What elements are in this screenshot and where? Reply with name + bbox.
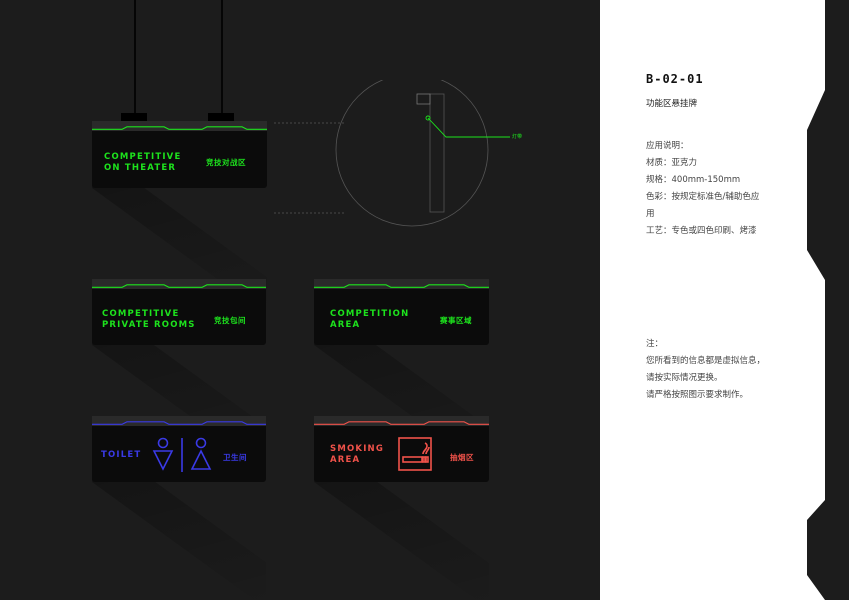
sign-label-cn: 抽烟区 — [450, 453, 474, 462]
spec-line: 材质：亚克力 — [646, 158, 698, 168]
hanging-cable — [221, 0, 223, 114]
note-line: 请按实际情况更换。 — [646, 373, 723, 383]
sign-label-en: COMPETITIVE ON THEATER — [104, 152, 182, 173]
sign-smoking-area: SMOKING AREA 抽烟区 — [314, 416, 489, 482]
sign-competitive-theater: COMPETITIVE ON THEATER 竞技对战区 — [92, 121, 267, 188]
sign-label-cn: 竞技对战区 — [206, 158, 246, 167]
artboard: COMPETITIVE ON THEATER 竞技对战区 COMPETITIVE… — [0, 0, 600, 600]
spec-heading: 应用说明： — [646, 141, 689, 151]
light-strip — [92, 416, 266, 426]
sign-competitive-private-rooms: COMPETITIVE PRIVATE ROOMS 竞技包间 — [92, 279, 266, 345]
sign-label-en: COMPETITIVE PRIVATE ROOMS — [102, 309, 196, 330]
cable-clamp — [208, 113, 234, 121]
note-line: 您所看到的信息都是虚拟信息， — [646, 356, 766, 366]
light-strip — [92, 121, 267, 131]
toilet-gender-icon — [152, 437, 212, 472]
sign-label-cn: 赛事区域 — [440, 316, 472, 325]
callout-label: 灯带 — [512, 134, 523, 140]
sign-label-en: COMPETITION AREA — [330, 309, 410, 330]
sign-code: B-02-01 — [646, 72, 704, 86]
sign-competition-area: COMPETITION AREA 赛事区域 — [314, 279, 489, 345]
light-strip — [314, 279, 489, 289]
panel-edge — [807, 0, 849, 600]
spec-notes: 应用说明： 材质：亚克力 规格：400mm-150mm 色彩：按规定标准色/辅助… — [646, 138, 759, 240]
note-line: 请严格按照图示要求制作。 — [646, 390, 749, 400]
sign-label-en: TOILET — [101, 450, 142, 460]
disclaimer-notes: 注： 您所看到的信息都是虚拟信息， 请按实际情况更换。 请严格按照图示要求制作。 — [646, 336, 765, 404]
smoking-icon — [398, 437, 432, 471]
cable-clamp — [121, 113, 147, 121]
spec-line: 色彩：按规定标准色/辅助色应 — [646, 192, 760, 202]
sign-label-en: SMOKING AREA — [330, 444, 385, 465]
light-strip — [92, 279, 266, 289]
light-strip-detail — [274, 80, 510, 227]
note-heading: 注： — [646, 339, 664, 349]
spec-line: 用 — [646, 209, 655, 219]
panel-title: 功能区悬挂牌 — [646, 99, 698, 109]
info-panel — [600, 0, 849, 600]
sign-label-cn: 卫生间 — [223, 453, 247, 462]
light-strip — [314, 416, 489, 426]
hanging-cable — [134, 0, 136, 114]
sign-toilet: TOILET 卫生间 — [92, 416, 266, 482]
sign-label-cn: 竞技包间 — [214, 316, 246, 325]
spec-line: 规格：400mm-150mm — [646, 175, 741, 185]
spec-line: 工艺：专色或四色印刷、烤漆 — [646, 226, 757, 236]
